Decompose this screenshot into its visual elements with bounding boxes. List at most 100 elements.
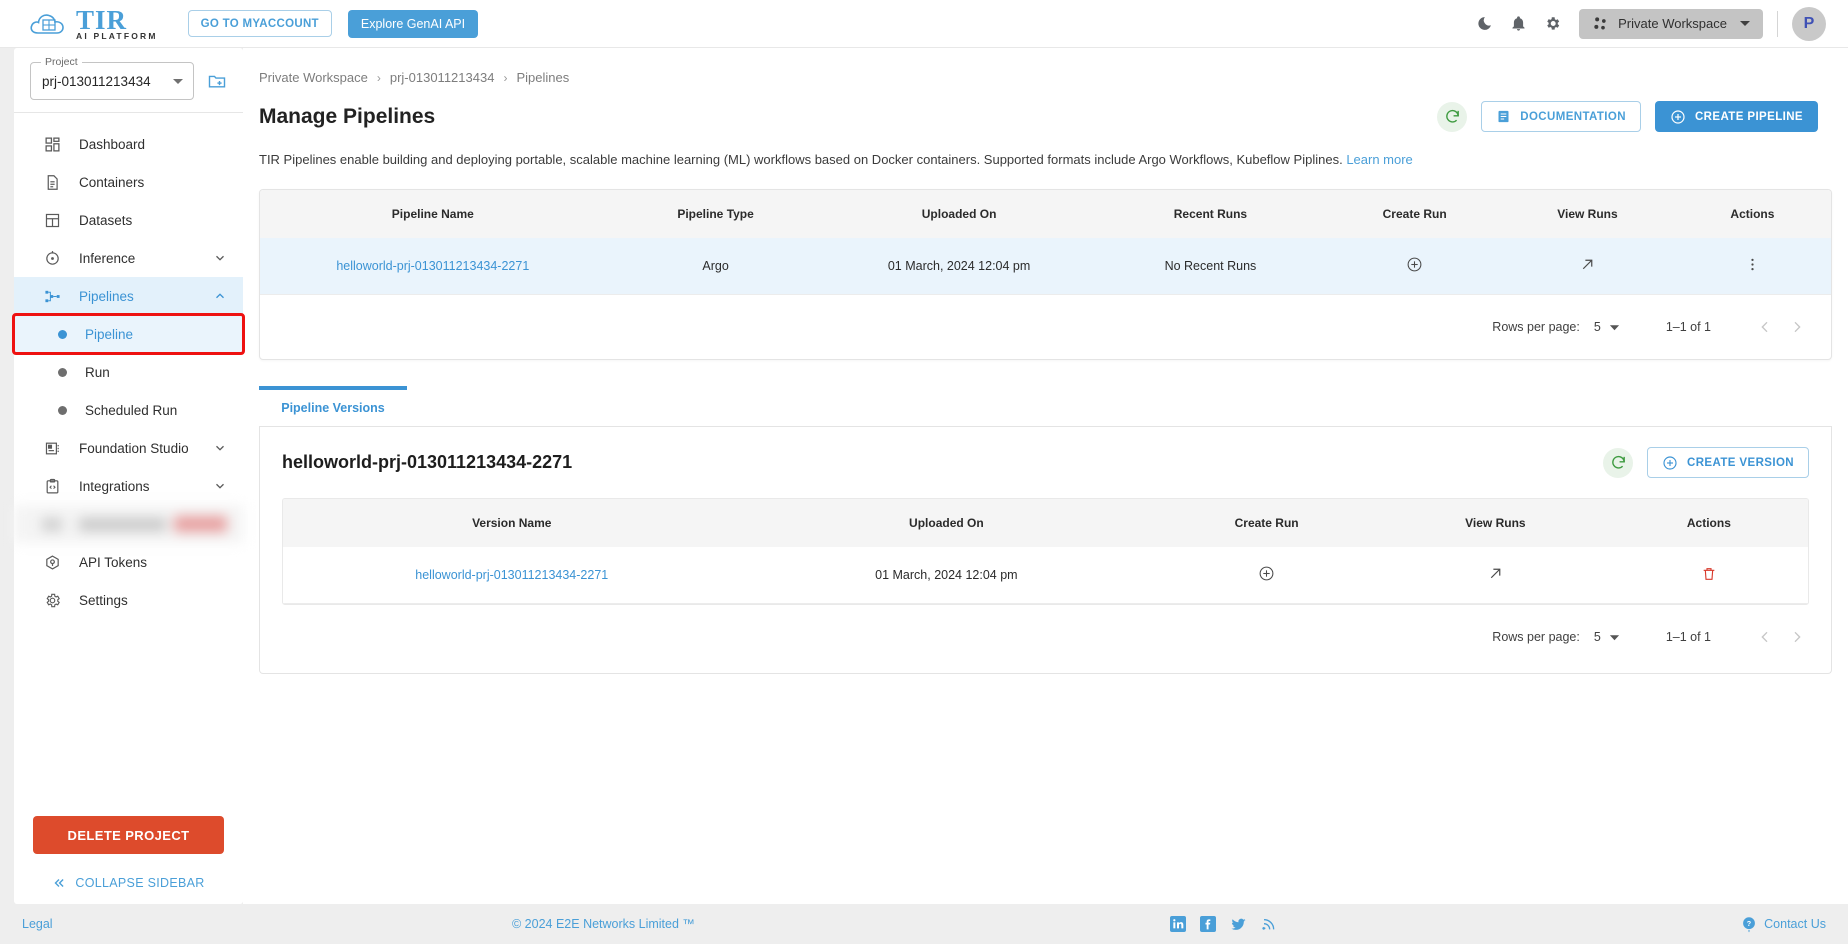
table-row[interactable]: helloworld-prj-013011213434-2271 01 Marc… (283, 547, 1808, 604)
explore-genai-api-button[interactable]: Explore GenAI API (347, 9, 479, 38)
learn-more-link[interactable]: Learn more (1346, 152, 1412, 167)
chevron-down-icon (213, 479, 227, 493)
footer-copyright: © 2024 E2E Networks Limited ™ (512, 917, 695, 931)
cell-pipeline-type: Argo (605, 238, 826, 295)
column-header-view-runs: View Runs (1465, 516, 1526, 530)
versions-pagination: Rows per page: 5 1–1 of 1 (260, 605, 1831, 669)
pipelines-pagination: Rows per page: 5 1–1 of 1 (260, 295, 1831, 359)
project-select-value: prj-013011213434 (42, 73, 151, 89)
svg-text:?: ? (1747, 918, 1751, 927)
breadcrumb-item-workspace[interactable]: Private Workspace (259, 70, 368, 85)
arrow-up-right-icon[interactable] (1487, 565, 1504, 582)
top-divider (1777, 10, 1778, 37)
create-pipeline-label: CREATE PIPELINE (1694, 110, 1803, 123)
tir-cloud-icon (28, 7, 74, 41)
sidebar-item-settings[interactable]: Settings (14, 581, 243, 619)
documentation-button[interactable]: DOCUMENTATION (1481, 101, 1641, 132)
doc-icon (1496, 109, 1511, 124)
breadcrumb-item-pipelines[interactable]: Pipelines (516, 70, 569, 85)
trash-icon[interactable] (1701, 566, 1717, 582)
project-select[interactable]: Project prj-013011213434 (30, 56, 194, 100)
tab-pipeline-versions[interactable]: Pipeline Versions (259, 386, 407, 426)
pipelines-icon (42, 286, 62, 306)
sidebar-item-datasets[interactable]: Datasets (14, 201, 243, 239)
sidebar-item-label: API Tokens (79, 554, 148, 570)
rows-per-page-select[interactable]: 5 (1594, 320, 1620, 334)
version-name-link[interactable]: helloworld-prj-013011213434-2271 (415, 568, 608, 582)
plus-circle-icon[interactable] (1406, 256, 1423, 273)
linkedin-icon[interactable] (1170, 916, 1186, 932)
sidebar-item-containers[interactable]: Containers (14, 163, 243, 201)
sidebar-item-pipeline[interactable]: Pipeline (12, 313, 245, 355)
rss-icon[interactable] (1261, 916, 1277, 932)
pagination-next-button[interactable] (1781, 621, 1813, 653)
gear-icon[interactable] (1535, 7, 1569, 41)
versions-table-wrap: Version Name Uploaded On Create Run View… (282, 498, 1809, 605)
rows-per-page-label: Rows per page: (1492, 320, 1580, 334)
footer-contact-us[interactable]: ? Contact Us (1741, 916, 1826, 933)
versions-header: helloworld-prj-013011213434-2271 CREATE … (260, 427, 1831, 478)
column-header-pipeline-type: Pipeline Type (677, 207, 754, 221)
logo-subtitle: AI PLATFORM (76, 30, 158, 41)
pagination-prev-button[interactable] (1749, 621, 1781, 653)
sidebar-item-integrations[interactable]: Integrations (14, 467, 243, 505)
sidebar-item-label: Containers (79, 174, 145, 190)
rows-per-page-select[interactable]: 5 (1594, 630, 1620, 644)
dashboard-icon (42, 134, 62, 154)
brand-logo[interactable]: TIR AI PLATFORM (28, 6, 158, 41)
chevron-down-icon (1609, 632, 1620, 643)
workspace-nodes-icon (1592, 16, 1609, 31)
sidebar-item-inference[interactable]: Inference (14, 239, 243, 277)
collapse-sidebar-button[interactable]: COLLAPSE SIDEBAR (14, 876, 243, 890)
double-chevron-left-icon (52, 876, 66, 890)
page-header-actions: DOCUMENTATION CREATE PIPELINE (1437, 101, 1818, 132)
sidebar-item-pipelines[interactable]: Pipelines (14, 277, 243, 315)
avatar[interactable]: P (1792, 6, 1826, 41)
bell-icon[interactable] (1501, 7, 1535, 41)
create-version-label: CREATE VERSION (1687, 456, 1794, 469)
delete-project-button[interactable]: DELETE PROJECT (33, 816, 224, 854)
cell-uploaded-on: 01 March, 2024 12:04 pm (825, 238, 1093, 295)
sidebar-subitem-label: Scheduled Run (85, 402, 178, 418)
sidebar-subitem-label: Run (85, 364, 110, 380)
sidebar-item-dashboard[interactable]: Dashboard (14, 125, 243, 163)
go-to-myaccount-button[interactable]: GO TO MYACCOUNT (187, 10, 332, 37)
plus-circle-icon (1662, 455, 1678, 471)
pipeline-name-link[interactable]: helloworld-prj-013011213434-2271 (336, 259, 529, 273)
table-row[interactable]: helloworld-prj-013011213434-2271 Argo 01… (260, 238, 1831, 295)
pipelines-table-head: Pipeline Name Pipeline Type Uploaded On … (260, 190, 1831, 238)
token-icon (42, 552, 62, 572)
moon-icon[interactable] (1467, 7, 1501, 41)
column-header-version-name: Version Name (472, 516, 552, 530)
workspace-selector[interactable]: Private Workspace (1579, 8, 1763, 39)
redacted-badge (173, 516, 227, 532)
sidebar-item-label: Pipelines (79, 288, 134, 304)
more-vertical-icon[interactable] (1744, 256, 1761, 273)
chevron-down-icon (213, 251, 227, 265)
refresh-icon[interactable] (1437, 101, 1468, 132)
cell-actions (1609, 547, 1808, 604)
page-title: Manage Pipelines (259, 104, 436, 128)
sidebar-item-run[interactable]: Run (14, 353, 243, 391)
arrow-up-right-icon[interactable] (1579, 256, 1596, 273)
integrations-icon (42, 476, 62, 496)
sidebar-item-foundation-studio[interactable]: Foundation Studio (14, 429, 243, 467)
folder-add-icon[interactable] (207, 71, 227, 91)
sidebar-item-api-tokens[interactable]: API Tokens (14, 543, 243, 581)
refresh-icon[interactable] (1603, 447, 1634, 478)
footer-legal-link[interactable]: Legal (22, 917, 53, 931)
sidebar-item-scheduled-run[interactable]: Scheduled Run (14, 391, 243, 429)
facebook-icon[interactable] (1200, 916, 1216, 932)
column-header-recent-runs: Recent Runs (1173, 207, 1248, 221)
pagination-next-button[interactable] (1781, 311, 1813, 343)
twitter-icon[interactable] (1230, 916, 1247, 933)
breadcrumb-item-project[interactable]: prj-013011213434 (390, 70, 495, 85)
column-header-uploaded-on: Uploaded On (921, 207, 997, 221)
plus-circle-icon[interactable] (1258, 565, 1275, 582)
column-header-create-run: Create Run (1382, 207, 1447, 221)
sidebar-nav: Dashboard Containers Datasets Inference (12, 113, 245, 619)
create-pipeline-button[interactable]: CREATE PIPELINE (1654, 101, 1818, 132)
create-version-button[interactable]: CREATE VERSION (1647, 447, 1809, 478)
pagination-prev-button[interactable] (1749, 311, 1781, 343)
versions-table-body: helloworld-prj-013011213434-2271 01 Marc… (283, 547, 1808, 604)
